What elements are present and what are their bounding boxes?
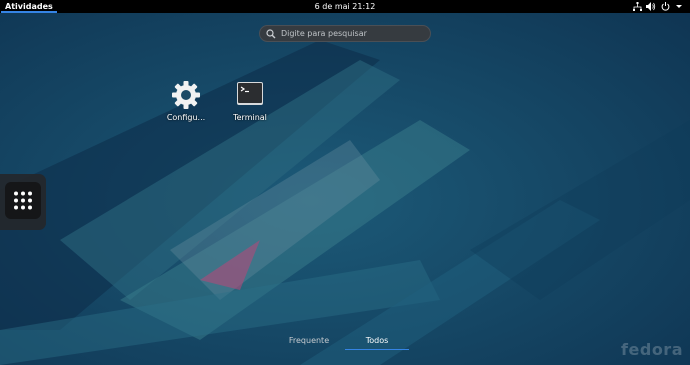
app-view-tabs: Frequente Todos: [277, 336, 409, 350]
app-grid-icon: [14, 191, 32, 210]
volume-icon[interactable]: [646, 2, 656, 11]
dash-panel: [0, 174, 46, 230]
show-apps-button[interactable]: [5, 182, 41, 219]
activities-button[interactable]: Atividades: [0, 0, 58, 13]
search-placeholder: Digite para pesquisar: [281, 29, 367, 38]
network-icon[interactable]: [632, 2, 642, 11]
settings-gear-icon: [170, 79, 202, 111]
search-icon: [266, 28, 276, 38]
top-bar: Atividades 6 de mai 21:12: [0, 0, 690, 13]
app-label: Configu...: [166, 113, 206, 122]
power-icon[interactable]: [660, 2, 670, 11]
app-settings[interactable]: Configu...: [160, 79, 212, 122]
terminal-icon: [234, 79, 266, 111]
tab-frequente[interactable]: Frequente: [277, 336, 341, 349]
fedora-logo: fedora: [621, 340, 683, 359]
system-status-area[interactable]: [632, 2, 684, 11]
search-input[interactable]: Digite para pesquisar: [259, 25, 431, 42]
clock-button[interactable]: 6 de mai 21:12: [315, 2, 376, 11]
app-terminal[interactable]: Terminal: [224, 79, 276, 122]
app-label: Terminal: [233, 113, 267, 122]
desktop-wallpaper: [0, 0, 690, 365]
chevron-down-icon[interactable]: [674, 2, 684, 11]
clock-container: 6 de mai 21:12: [0, 0, 690, 13]
tab-todos[interactable]: Todos: [345, 336, 409, 350]
